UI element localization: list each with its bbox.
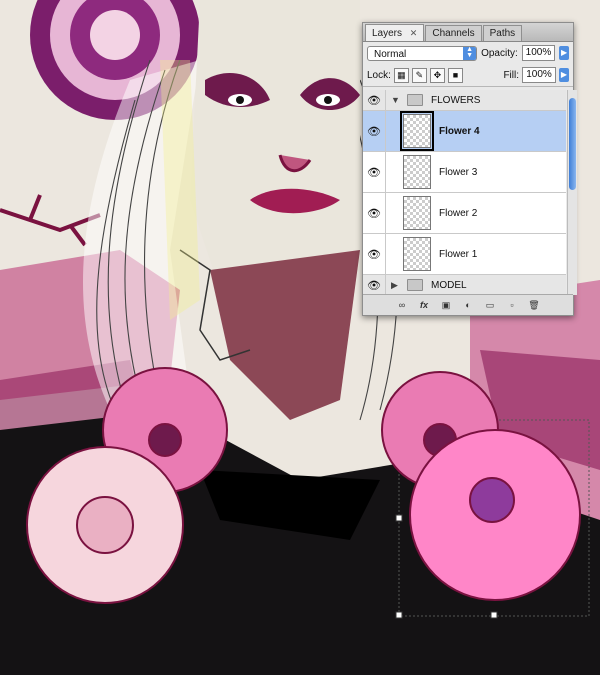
layer-group-flowers[interactable]: 👁 ▼ FLOWERS bbox=[363, 90, 566, 111]
folder-icon bbox=[407, 279, 423, 291]
lock-transparency-icon[interactable]: ▦ bbox=[393, 67, 409, 83]
opacity-slider-arrow-icon[interactable]: ▶ bbox=[559, 46, 569, 60]
blend-row: Normal ▲ ▼ Opacity: 100% ▶ bbox=[363, 42, 573, 64]
fill-input[interactable]: 100% bbox=[522, 67, 556, 83]
disclosure-open-icon[interactable]: ▼ bbox=[391, 95, 401, 105]
layer-flower-2[interactable]: 👁 Flower 2 bbox=[363, 193, 566, 234]
blend-mode-value: Normal bbox=[374, 48, 407, 60]
eye-icon[interactable]: 👁 bbox=[363, 234, 386, 274]
tab-layers-label: Layers bbox=[372, 28, 403, 39]
lock-row: Lock: ▦ ✎ ✥ ■ Fill: 100% ▶ bbox=[363, 64, 573, 87]
opacity-label: Opacity: bbox=[481, 47, 518, 59]
scrollbar-thumb[interactable] bbox=[569, 98, 576, 190]
tab-paths-label: Paths bbox=[489, 28, 516, 39]
eye-icon[interactable]: 👁 bbox=[363, 193, 386, 233]
updown-arrows-icon: ▲ ▼ bbox=[463, 46, 477, 60]
layer-name: Flower 4 bbox=[439, 125, 480, 137]
lock-label: Lock: bbox=[367, 69, 391, 81]
lock-position-icon[interactable]: ✥ bbox=[429, 67, 445, 83]
disclosure-closed-icon[interactable]: ▶ bbox=[391, 280, 401, 291]
new-layer-icon[interactable]: ▫ bbox=[503, 298, 521, 313]
adjustment-layer-icon[interactable]: ◐ bbox=[459, 298, 477, 313]
layer-flower-1[interactable]: 👁 Flower 1 bbox=[363, 234, 566, 275]
opacity-input[interactable]: 100% bbox=[521, 45, 556, 61]
close-icon[interactable]: ✕ bbox=[410, 28, 418, 38]
layer-flower-4[interactable]: 👁 Flower 4 bbox=[363, 111, 566, 152]
layers-scrollbar[interactable] bbox=[567, 90, 577, 295]
tab-channels[interactable]: Channels bbox=[425, 25, 482, 41]
layer-name: FLOWERS bbox=[431, 94, 481, 106]
layers-palette: Layers ✕ Channels Paths Normal ▲ ▼ Opacit… bbox=[362, 22, 577, 316]
palette-bottom-bar: ∞ fx ▣ ◐ ▭ ▫ 🗑 bbox=[363, 294, 573, 315]
tab-channels-label: Channels bbox=[432, 28, 475, 39]
layer-name: Flower 1 bbox=[439, 248, 478, 260]
layer-name: MODEL bbox=[431, 279, 467, 291]
tab-layers[interactable]: Layers ✕ bbox=[365, 24, 425, 41]
fill-slider-arrow-icon[interactable]: ▶ bbox=[559, 68, 569, 82]
lock-all-icon[interactable]: ■ bbox=[447, 67, 463, 83]
new-group-icon[interactable]: ▭ bbox=[481, 298, 499, 313]
layer-thumbnail bbox=[403, 155, 431, 189]
layer-thumbnail bbox=[403, 196, 431, 230]
palette-tabs: Layers ✕ Channels Paths bbox=[363, 23, 573, 42]
eye-icon[interactable]: 👁 bbox=[363, 152, 386, 192]
layer-thumbnail bbox=[403, 237, 431, 271]
fx-button[interactable]: fx bbox=[415, 298, 433, 313]
layer-name: Flower 3 bbox=[439, 166, 478, 178]
layer-mask-icon[interactable]: ▣ bbox=[437, 298, 455, 313]
layer-name: Flower 2 bbox=[439, 207, 478, 219]
folder-icon bbox=[407, 94, 423, 106]
fill-label: Fill: bbox=[503, 69, 519, 81]
layer-thumbnail bbox=[400, 111, 434, 151]
tab-paths[interactable]: Paths bbox=[482, 25, 523, 41]
eye-icon[interactable]: 👁 bbox=[363, 275, 386, 295]
layer-flower-3[interactable]: 👁 Flower 3 bbox=[363, 152, 566, 193]
eye-icon[interactable]: 👁 bbox=[363, 111, 386, 151]
link-layers-icon[interactable]: ∞ bbox=[393, 298, 411, 313]
eye-icon[interactable]: 👁 bbox=[363, 90, 386, 110]
blend-mode-select[interactable]: Normal ▲ ▼ bbox=[367, 45, 478, 61]
layer-group-model[interactable]: 👁 ▶ MODEL bbox=[363, 275, 566, 295]
trash-icon[interactable]: 🗑 bbox=[525, 298, 543, 313]
layers-list: 👁 ▼ FLOWERS 👁 Flower 4 👁 Flower 3 👁 Flow… bbox=[363, 90, 566, 295]
lock-image-pixels-icon[interactable]: ✎ bbox=[411, 67, 427, 83]
